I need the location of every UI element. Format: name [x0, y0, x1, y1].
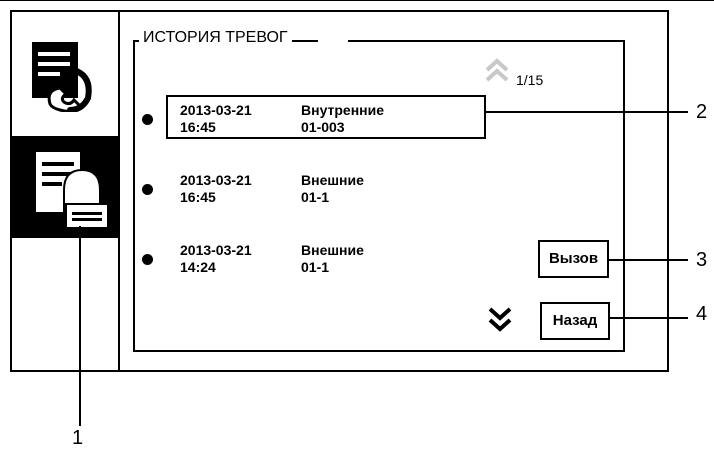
- callout-number-1: 1: [72, 427, 84, 449]
- alarm-type: Внешние: [301, 242, 364, 258]
- callout-number-2: 2: [696, 101, 708, 123]
- callout-number-3: 3: [696, 249, 708, 271]
- alarm-code: 01-1: [301, 259, 330, 275]
- sidebar-alarm-icon-wrap: [34, 146, 118, 232]
- alarm-log-icon: [36, 152, 109, 229]
- selection-highlight: [166, 95, 486, 139]
- page-indicator: 1/15: [516, 72, 544, 88]
- call-button[interactable]: Вызов: [538, 240, 609, 278]
- panel-title: ИСТОРИЯ ТРЕВОГ: [139, 28, 292, 48]
- double-chevron-up-icon[interactable]: [484, 56, 510, 84]
- alarm-row[interactable]: 2013-03-21 14:24 Внешние 01-1: [142, 242, 492, 286]
- alarm-date: 2013-03-21: [180, 172, 252, 188]
- alarm-time: 16:45: [180, 189, 216, 205]
- alarm-time: 14:24: [180, 259, 216, 275]
- title-gap: [318, 38, 348, 44]
- alarm-row[interactable]: 2013-03-21 16:45 Внешние 01-1: [142, 172, 492, 216]
- alarm-type: Внешние: [301, 172, 364, 188]
- callout-line-4: [610, 317, 688, 319]
- bullet-icon: [142, 254, 153, 265]
- bullet-icon: [142, 114, 153, 125]
- callout-line-3: [609, 259, 688, 261]
- phone-log-icon: [32, 42, 92, 113]
- double-chevron-down-icon[interactable]: [487, 304, 513, 334]
- callout-line-1: [79, 226, 81, 426]
- callout-number-4: 4: [696, 303, 708, 325]
- top-rule: [0, 0, 714, 1]
- back-button[interactable]: Назад: [540, 302, 610, 340]
- sidebar-item-intercom[interactable]: [30, 40, 94, 113]
- sidebar-divider: [118, 12, 120, 370]
- alarm-code: 01-1: [301, 189, 330, 205]
- alarm-date: 2013-03-21: [180, 242, 252, 258]
- bullet-icon: [142, 184, 153, 195]
- callout-line-2: [486, 111, 688, 113]
